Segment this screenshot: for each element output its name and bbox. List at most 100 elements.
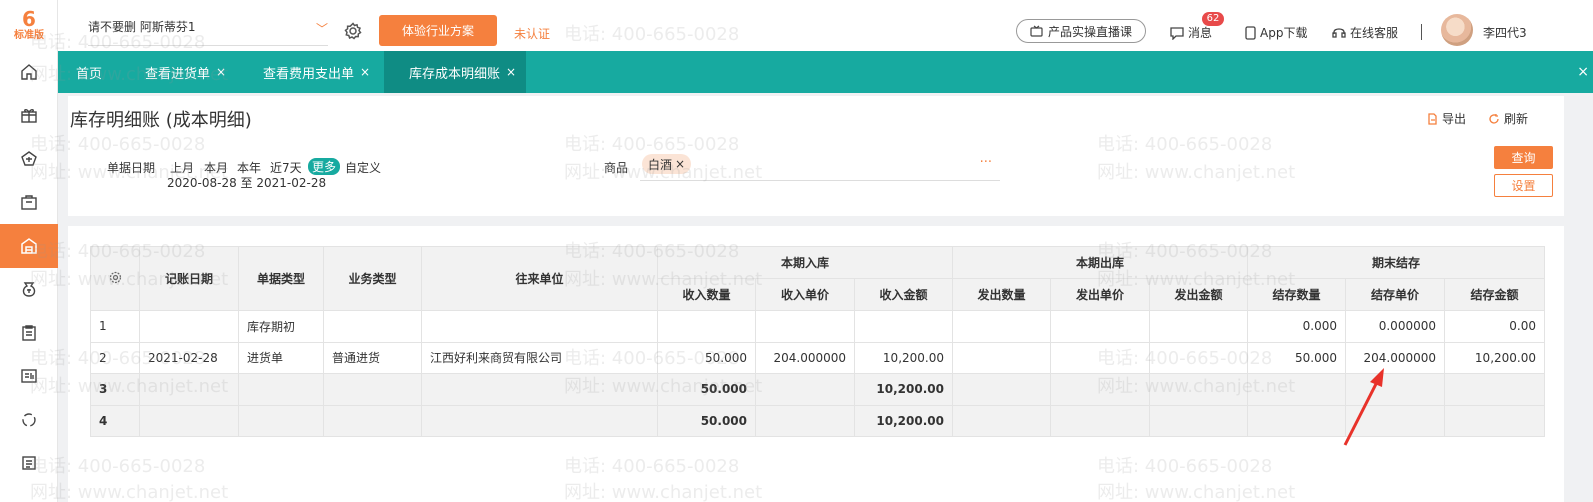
- app-logo[interactable]: 6 标准版: [0, 0, 58, 50]
- sidebar-item-reports[interactable]: [0, 355, 58, 399]
- header-date[interactable]: 记账日期: [139, 246, 239, 311]
- tab-label: 首页: [76, 66, 103, 82]
- row-index: 2: [90, 341, 140, 374]
- export-button[interactable]: 导出: [1426, 110, 1466, 127]
- purchase-icon: [21, 150, 37, 166]
- column-settings-header[interactable]: [90, 246, 140, 311]
- header-out-amt[interactable]: 发出金额: [1149, 278, 1248, 311]
- goods-tag[interactable]: 白酒 ×: [642, 154, 692, 174]
- cell-in-price: [755, 310, 855, 343]
- sidebar-item-purchase[interactable]: [0, 137, 58, 181]
- goods-filter-label: 商品: [604, 161, 629, 175]
- live-course-button[interactable]: 产品实操直播课: [1016, 19, 1146, 43]
- avatar[interactable]: [1441, 14, 1473, 46]
- phone-icon: [1245, 25, 1256, 40]
- cell-out-price: [1050, 310, 1150, 343]
- gear-icon[interactable]: [344, 22, 362, 40]
- export-label: 导出: [1442, 112, 1467, 126]
- sidebar-item-orders[interactable]: [0, 311, 58, 355]
- headset-icon: [1332, 27, 1346, 38]
- top-header: 请不要删 阿斯蒂芬1 ﹀ 体验行业方案 未认证 产品实操直播课 消息 62 Ap…: [58, 0, 1593, 51]
- settings-list-icon: [22, 456, 36, 470]
- messages-button[interactable]: 消息: [1170, 24, 1212, 41]
- tab-expense-order[interactable]: 查看费用支出单 ×: [263, 51, 370, 93]
- query-button[interactable]: 查询: [1494, 146, 1553, 169]
- industry-solution-button[interactable]: 体验行业方案: [379, 15, 497, 46]
- sidebar-item-cycle[interactable]: [0, 398, 58, 442]
- header-in-price[interactable]: 收入单价: [755, 278, 855, 311]
- chevron-down-icon: ﹀: [315, 22, 328, 36]
- empty-cell: [952, 404, 1051, 437]
- row-index: 1: [90, 310, 140, 343]
- username[interactable]: 李四代3: [1483, 24, 1527, 41]
- cell-out-price: [1050, 341, 1150, 374]
- empty-cell: [1149, 404, 1248, 437]
- unverified-link[interactable]: 未认证: [514, 25, 550, 42]
- settings-button[interactable]: 设置: [1494, 174, 1553, 197]
- goods-tag-label: 白酒: [648, 157, 673, 172]
- company-select[interactable]: 请不要删 阿斯蒂芬1 ﹀: [88, 18, 328, 46]
- empty-cell: [139, 373, 239, 406]
- tab-inventory-cost-ledger[interactable]: 库存成本明细账 ×: [384, 51, 527, 93]
- header-partner[interactable]: 往来单位: [421, 246, 658, 311]
- export-icon: [1428, 112, 1437, 125]
- header-end-price[interactable]: 结存单价: [1345, 278, 1445, 311]
- header-end-qty[interactable]: 结存数量: [1247, 278, 1346, 311]
- cell-in-amt: 10,200.00: [854, 341, 953, 374]
- empty-cell: [139, 404, 239, 437]
- sales-bag-icon: [21, 195, 37, 210]
- home-icon: [21, 63, 37, 80]
- header-doc-type[interactable]: 单据类型: [238, 246, 324, 311]
- empty-cell: [1444, 404, 1545, 437]
- live-course-label: 产品实操直播课: [1047, 24, 1132, 39]
- online-service-button[interactable]: 在线客服: [1332, 24, 1398, 41]
- sidebar-item-sales[interactable]: [0, 181, 58, 225]
- goods-filter-input[interactable]: 白酒 × ···: [640, 152, 1000, 181]
- total-in-amt: 10,200.00: [854, 404, 953, 437]
- sidebar-item-home[interactable]: [0, 50, 58, 94]
- close-icon[interactable]: ×: [360, 65, 370, 79]
- app-download-button[interactable]: App下载: [1245, 24, 1307, 41]
- close-icon[interactable]: ×: [216, 65, 226, 79]
- header-in-amt[interactable]: 收入金额: [854, 278, 953, 311]
- tab-home[interactable]: 首页: [76, 51, 102, 93]
- tab-purchase-order[interactable]: 查看进货单 ×: [145, 51, 226, 93]
- date-filter-label: 单据日期: [107, 161, 156, 175]
- row-index: 4: [90, 404, 140, 437]
- date-option-more[interactable]: 更多: [308, 158, 341, 175]
- more-dots-icon[interactable]: ···: [980, 155, 992, 170]
- close-all-tabs-icon[interactable]: ×: [1577, 64, 1589, 80]
- sidebar-item-settings[interactable]: [0, 442, 58, 486]
- empty-cell: [323, 373, 422, 406]
- empty-cell: [323, 404, 422, 437]
- cell-end-amt: 10,200.00: [1444, 341, 1545, 374]
- empty-cell: [755, 373, 855, 406]
- cell-in-amt: [854, 310, 953, 343]
- empty-cell: [755, 404, 855, 437]
- header-out-qty[interactable]: 发出数量: [952, 278, 1051, 311]
- sidebar-item-warehouse[interactable]: [0, 224, 58, 268]
- header-group-end: 期末结存: [1247, 246, 1545, 279]
- money-icon: [22, 282, 36, 297]
- close-icon[interactable]: ×: [506, 65, 516, 79]
- tab-bar: 首页 查看进货单 × 查看费用支出单 × 库存成本明细账 × ×: [58, 51, 1593, 93]
- cell-end-price: 0.000000: [1345, 310, 1445, 343]
- table-row[interactable]: 1 库存期初 0.000 0.000000 0.00: [90, 310, 1545, 343]
- date-range-value: 2020-08-28 至 2021-02-28: [167, 176, 327, 190]
- header-in-qty[interactable]: 收入数量: [657, 278, 756, 311]
- refresh-button[interactable]: 刷新: [1488, 110, 1528, 127]
- row-index: 3: [90, 373, 140, 406]
- header-biz-type[interactable]: 业务类型: [323, 246, 422, 311]
- cell-doc-type[interactable]: 进货单: [238, 341, 324, 374]
- header-out-price[interactable]: 发出单价: [1050, 278, 1150, 311]
- filter-panel: 库存明细账 (成本明细) 导出 刷新 单据日期 上月 本月 本年 近7天 更多 …: [68, 96, 1564, 216]
- tab-label: 查看进货单: [145, 66, 211, 82]
- report-icon: [21, 369, 37, 383]
- table-row[interactable]: 2 2021-02-28 进货单 普通进货 江西好利来商贸有限公司 50.000…: [90, 341, 1545, 374]
- clipboard-icon: [22, 325, 36, 341]
- sidebar-item-gift[interactable]: [0, 94, 58, 138]
- date-option-custom[interactable]: 自定义: [345, 159, 381, 176]
- header-end-amt[interactable]: 结存金额: [1444, 278, 1545, 311]
- close-icon[interactable]: ×: [675, 157, 685, 171]
- sidebar-item-finance[interactable]: [0, 268, 58, 312]
